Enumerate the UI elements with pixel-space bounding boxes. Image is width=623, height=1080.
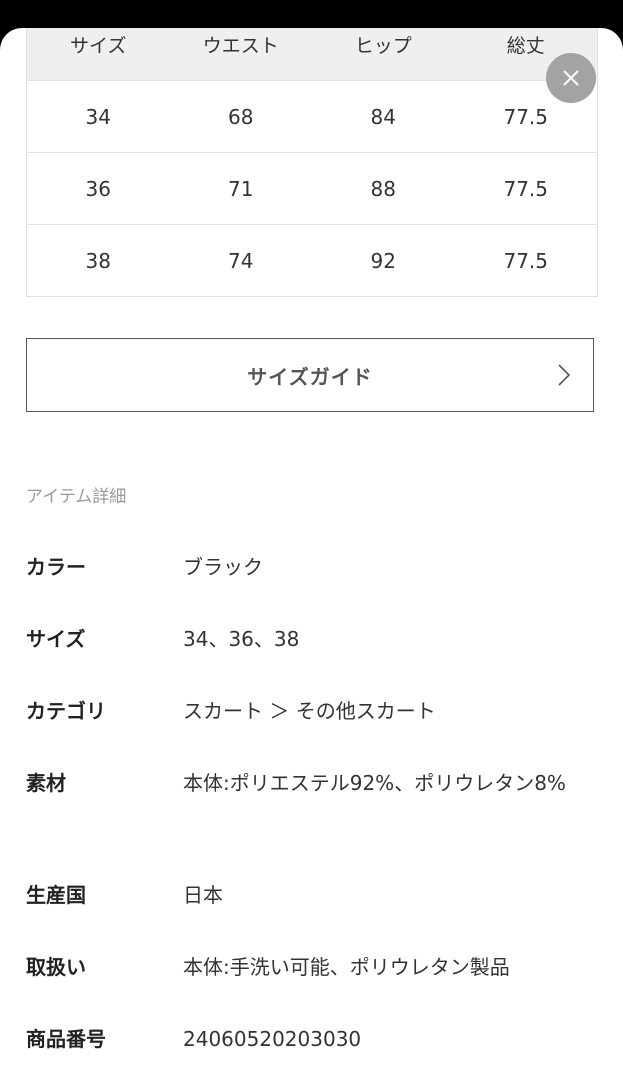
size-guide-label: サイズガイド xyxy=(247,364,373,389)
detail-value: 34、36、38 xyxy=(183,627,300,651)
detail-value: 日本 xyxy=(183,883,223,907)
detail-value: ブラック xyxy=(183,555,263,579)
size-guide-button[interactable]: サイズガイド xyxy=(26,338,594,412)
detail-value: スカート ＞ その他スカート xyxy=(183,699,436,723)
detail-row-category: カテゴリ スカート ＞ その他スカート xyxy=(26,690,596,732)
table-cell: 88 xyxy=(370,176,396,201)
detail-row-size: サイズ 34、36、38 xyxy=(26,618,596,660)
detail-label: カテゴリ xyxy=(26,699,106,723)
table-row: 38 74 92 77.5 xyxy=(27,225,597,297)
size-table: サイズ ウエスト ヒップ 総丈 34 68 84 77.5 36 71 88 7… xyxy=(26,28,598,297)
item-details-title: アイテム詳細 xyxy=(26,487,127,507)
detail-value: 24060520203030 xyxy=(183,1027,362,1051)
table-cell: 68 xyxy=(228,104,254,129)
detail-label: カラー xyxy=(26,555,86,579)
header-hip: ヒップ xyxy=(354,35,412,57)
table-cell: 74 xyxy=(228,248,254,273)
table-cell: 77.5 xyxy=(503,104,549,129)
table-cell: 77.5 xyxy=(503,176,549,201)
header-waist: ウエスト xyxy=(202,35,279,57)
table-cell: 71 xyxy=(228,176,254,201)
close-icon xyxy=(563,70,579,86)
table-cell: 84 xyxy=(370,104,396,129)
table-cell: 38 xyxy=(85,248,111,273)
modal-sheet: サイズ ウエスト ヒップ 総丈 34 68 84 77.5 36 71 88 7… xyxy=(0,28,623,1080)
detail-row-material: 素材 本体:ポリエステル92%、ポリウレタン8% xyxy=(26,762,596,804)
detail-label: 取扱い xyxy=(26,955,86,979)
detail-row-origin: 生産国 日本 xyxy=(26,874,596,916)
detail-row-color: カラー ブラック xyxy=(26,546,596,588)
chevron-right-icon xyxy=(558,364,571,386)
detail-value: 本体:手洗い可能、ポリウレタン製品 xyxy=(183,955,510,979)
table-row: 36 71 88 77.5 xyxy=(27,153,597,225)
table-cell: 34 xyxy=(85,104,111,129)
detail-row-product-number: 商品番号 24060520203030 xyxy=(26,1018,596,1060)
detail-label: 商品番号 xyxy=(26,1027,106,1051)
table-cell: 36 xyxy=(85,176,111,201)
table-row: 34 68 84 77.5 xyxy=(27,81,597,153)
size-table-header: サイズ ウエスト ヒップ 総丈 xyxy=(27,28,597,80)
detail-label: サイズ xyxy=(26,627,86,651)
table-cell: 77.5 xyxy=(503,248,549,273)
table-cell: 92 xyxy=(370,248,396,273)
header-size: サイズ xyxy=(70,35,127,57)
detail-row-care: 取扱い 本体:手洗い可能、ポリウレタン製品 xyxy=(26,946,596,988)
detail-label: 生産国 xyxy=(26,883,86,907)
detail-value: 本体:ポリエステル92%、ポリウレタン8% xyxy=(183,771,566,795)
detail-label: 素材 xyxy=(26,771,66,795)
close-button[interactable] xyxy=(546,53,596,103)
